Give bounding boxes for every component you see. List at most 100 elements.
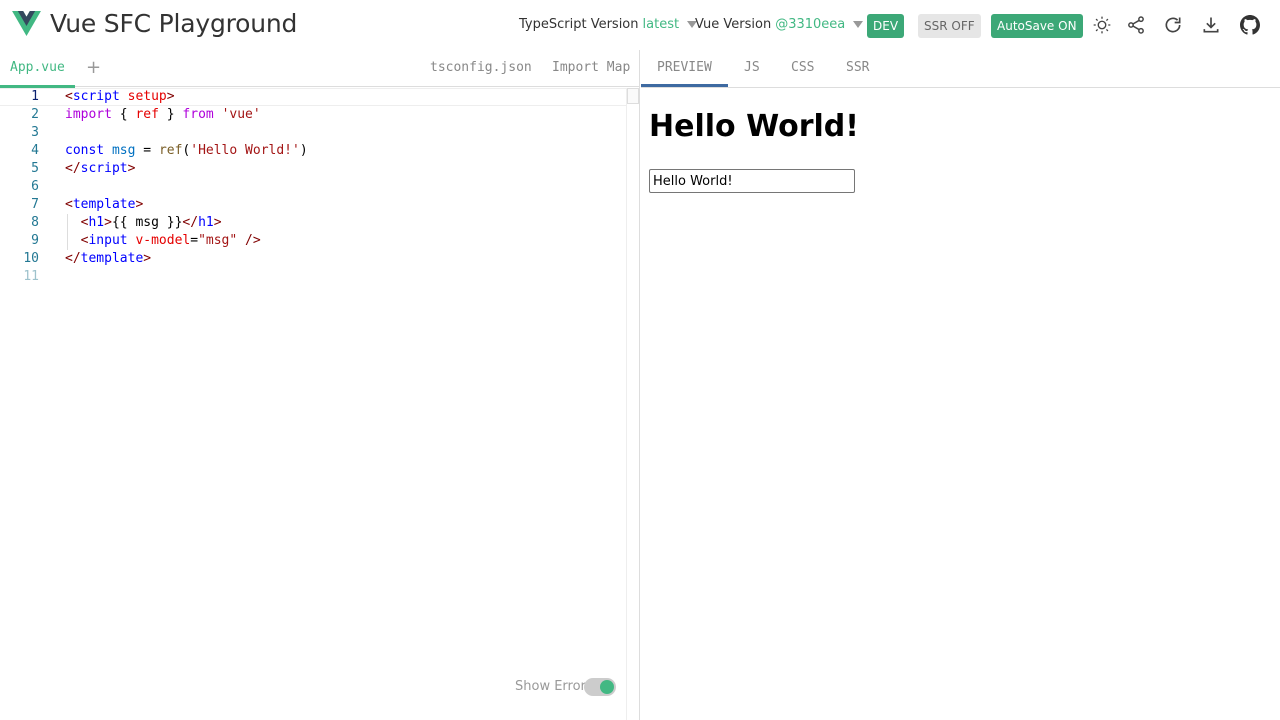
code-line: 3: [0, 124, 626, 142]
app-header: Vue SFC Playground TypeScript Version la…: [0, 0, 1280, 50]
line-number: 3: [31, 125, 39, 140]
line-code: <script setup>: [65, 88, 175, 106]
code-editor[interactable]: 1 <script setup> 2 import { ref } from 'vue…: [0, 88, 640, 720]
code-token: template: [80, 251, 144, 266]
line-number: 6: [31, 179, 39, 194]
code-token: import: [65, 107, 112, 122]
code-token: </: [65, 161, 81, 176]
line-number: 4: [31, 143, 39, 158]
tab-js[interactable]: JS: [744, 60, 760, 75]
ts-version-label: TypeScript Version: [519, 17, 639, 32]
line-code: </template>: [65, 250, 151, 268]
editor-scrollbar-thumb[interactable]: [627, 88, 639, 104]
line-number: 8: [31, 215, 39, 230]
toggle-knob: [600, 680, 614, 694]
code-token: />: [237, 233, 261, 248]
code-token: >: [104, 215, 112, 230]
dev-toggle-button[interactable]: DEV: [867, 14, 905, 38]
tab-import-map[interactable]: Import Map: [552, 60, 630, 75]
vue-version-label: Vue Version: [695, 17, 772, 32]
vue-logo-icon: [12, 11, 41, 36]
code-token: script: [80, 161, 128, 176]
typescript-version-picker[interactable]: TypeScript Version latest: [519, 17, 698, 32]
code-line: 4 const msg = ref('Hello World!'): [0, 142, 626, 160]
line-code: <template>: [65, 196, 143, 214]
code-token: const: [65, 143, 105, 158]
line-number: 11: [23, 269, 39, 284]
code-token: {: [111, 107, 136, 122]
line-number: 7: [31, 197, 39, 212]
ssr-toggle-button[interactable]: SSR OFF: [918, 14, 981, 38]
code-line: 5 </script>: [0, 160, 626, 178]
vue-version-value: @3310eea: [775, 17, 846, 32]
file-tab-label: App.vue: [10, 60, 65, 75]
editor-pane: App.vue + tsconfig.json Import Map 1 <scr…: [0, 50, 640, 720]
code-token: 'Hello World!': [190, 143, 300, 158]
app-title: Vue SFC Playground: [50, 9, 298, 38]
download-icon[interactable]: [1200, 14, 1222, 36]
code-token: </: [65, 251, 81, 266]
reload-icon[interactable]: [1162, 14, 1184, 36]
code-token: v-model: [135, 233, 191, 248]
code-line: 11: [0, 268, 626, 286]
code-token: input: [88, 233, 128, 248]
show-error-toggle[interactable]: [584, 678, 616, 696]
code-token: >: [127, 161, 136, 176]
caret-down-icon: [853, 21, 864, 28]
preview-text-input[interactable]: [649, 169, 855, 193]
code-token: }: [158, 107, 183, 122]
code-token: from: [182, 107, 214, 122]
code-token: >: [213, 215, 222, 230]
share-icon[interactable]: [1125, 14, 1147, 36]
preview-heading: Hello World!: [649, 109, 859, 144]
ts-version-value: latest: [642, 17, 680, 32]
active-tab-underline: [641, 84, 728, 87]
line-code: </script>: [65, 160, 135, 178]
line-number: 9: [31, 233, 39, 248]
tab-css[interactable]: CSS: [791, 60, 814, 75]
code-token: >: [143, 251, 152, 266]
add-file-button[interactable]: +: [86, 57, 101, 78]
code-token: "msg": [198, 233, 238, 248]
code-line: 1 <script setup>: [0, 88, 626, 106]
line-number: 10: [23, 251, 39, 266]
sun-icon[interactable]: [1091, 14, 1113, 36]
tab-ssr[interactable]: SSR: [846, 60, 869, 75]
tab-tsconfig[interactable]: tsconfig.json: [430, 60, 532, 75]
code-token: msg: [111, 143, 136, 158]
code-line: 2 import { ref } from 'vue': [0, 106, 626, 124]
vue-version-picker[interactable]: Vue Version @3310eea: [695, 17, 864, 32]
code-token: =: [190, 233, 199, 248]
code-token: h1: [198, 215, 214, 230]
code-line: 9 <input v-model="msg" />: [0, 232, 626, 250]
line-number: 2: [31, 107, 39, 122]
line-code: const msg = ref('Hello World!'): [65, 142, 308, 160]
file-tab-app-vue[interactable]: App.vue: [0, 50, 75, 88]
code-token: ref: [135, 107, 159, 122]
output-pane: PREVIEW JS CSS SSR Hello World!: [641, 50, 1280, 720]
editor-scrollbar[interactable]: [626, 88, 640, 720]
line-number: 5: [31, 161, 39, 176]
code-token: </: [182, 215, 199, 230]
code-token: h1: [88, 215, 105, 230]
line-code: <input v-model="msg" />: [65, 232, 261, 250]
code-token: script: [72, 89, 120, 104]
code-token: 'vue': [221, 107, 261, 122]
code-line: 6: [0, 178, 626, 196]
code-token: <: [65, 89, 73, 104]
code-token: ref: [158, 143, 183, 158]
code-token: >: [166, 89, 175, 104]
autosave-toggle-button[interactable]: AutoSave ON: [991, 14, 1083, 38]
code-line: 10 </template>: [0, 250, 626, 268]
github-icon[interactable]: [1239, 14, 1261, 36]
line-number: 1: [31, 89, 39, 104]
code-token: >: [135, 197, 144, 212]
show-error-label: Show Error: [515, 679, 586, 694]
code-token: template: [72, 197, 136, 212]
tab-preview[interactable]: PREVIEW: [657, 60, 712, 75]
